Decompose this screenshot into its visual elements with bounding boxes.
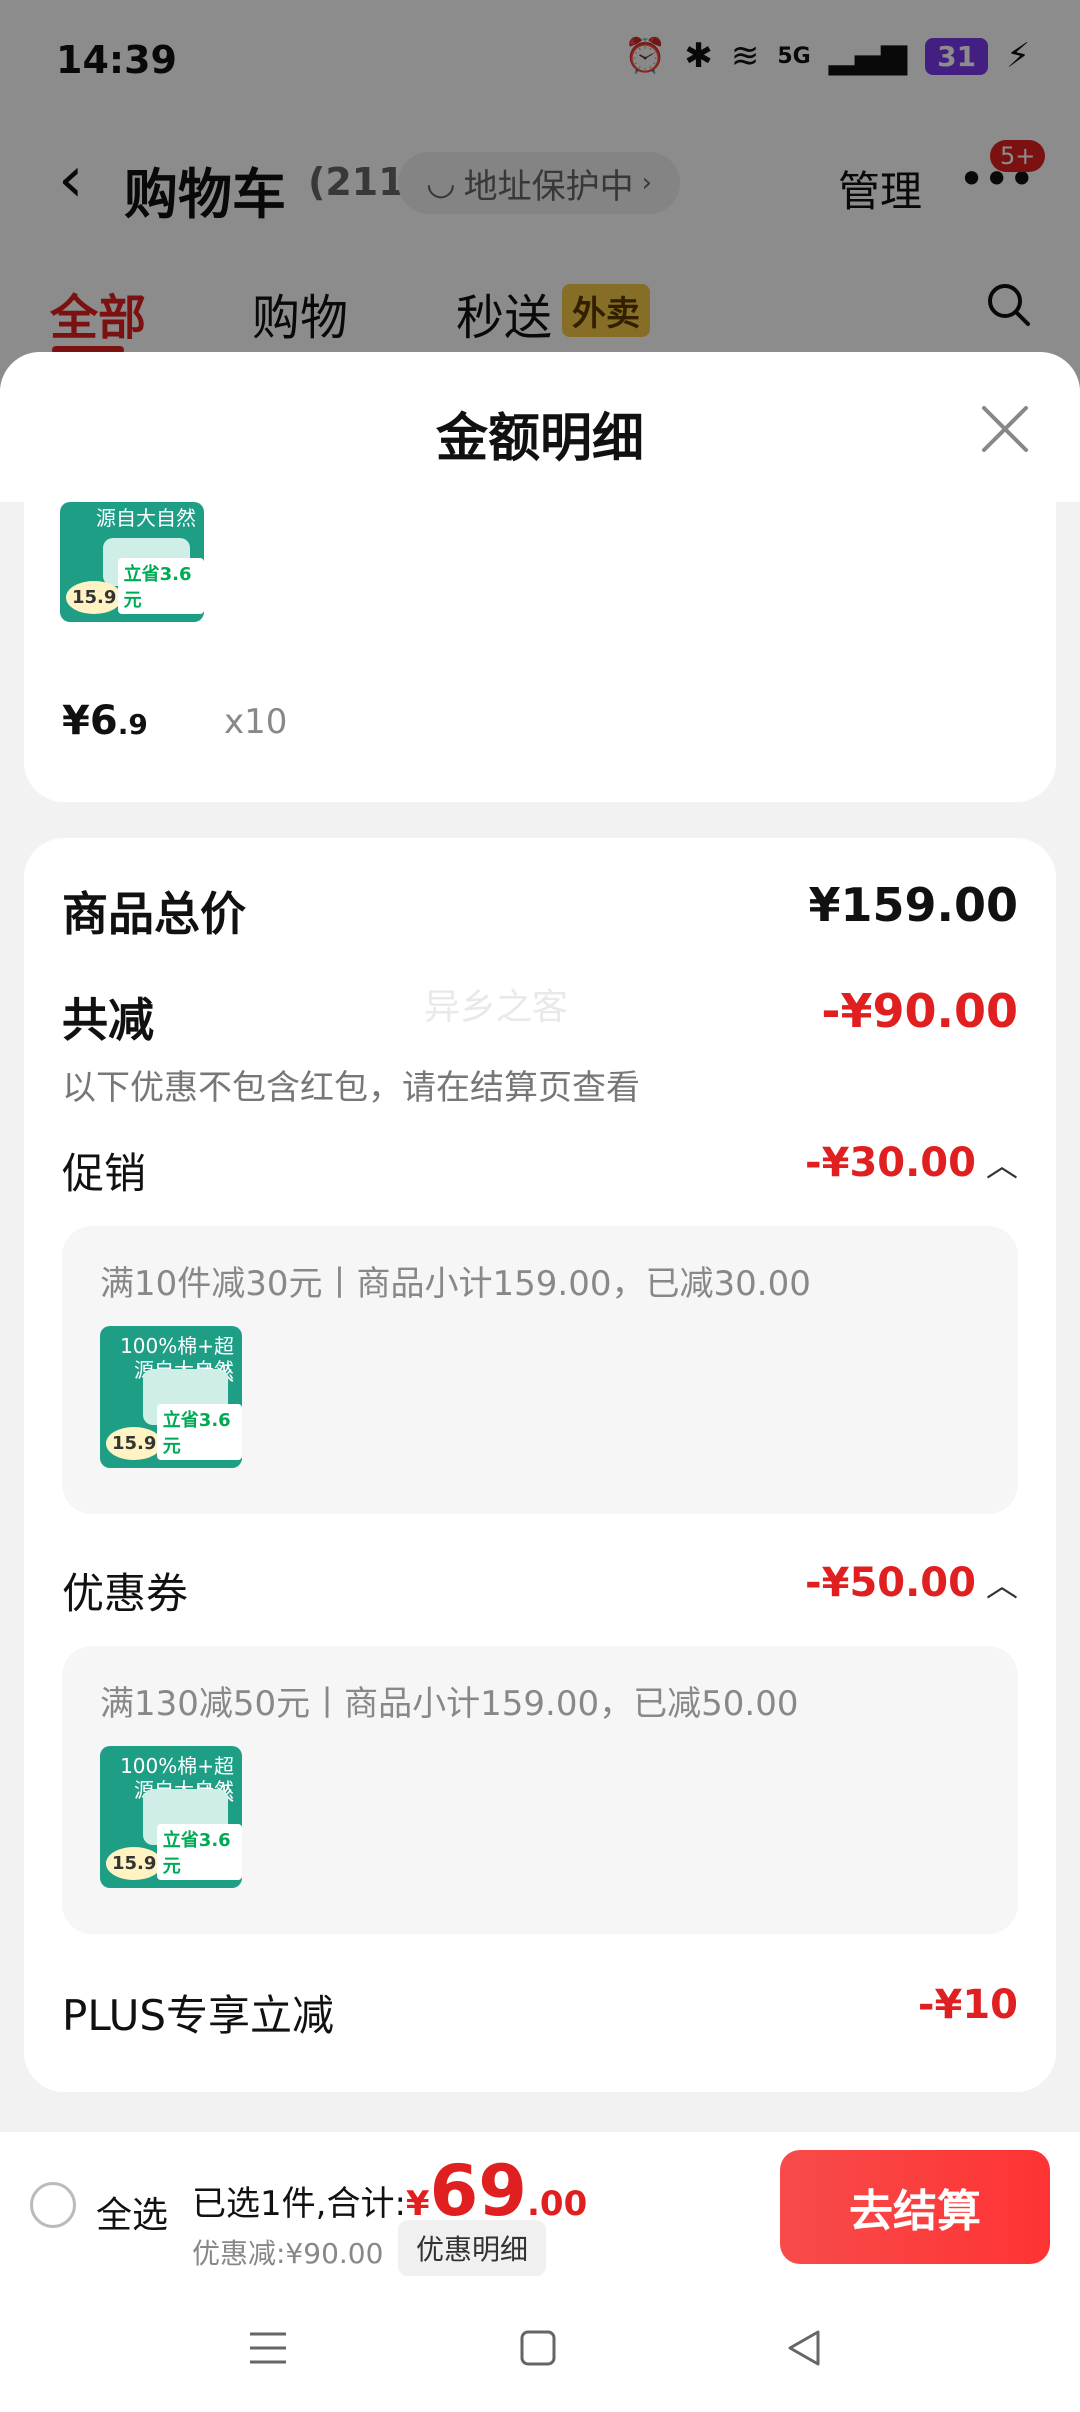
price-int: 6: [89, 698, 118, 744]
total-label: 商品总价: [62, 887, 246, 941]
price-symbol: ¥: [62, 698, 90, 744]
coupon-value: -¥50.00: [805, 1560, 976, 1606]
promo-value: -¥30.00: [805, 1140, 976, 1186]
product-price: ¥6.9: [62, 698, 148, 744]
reduce-label: 共减: [62, 993, 154, 1047]
thumb-price-tag: 15.9: [106, 1847, 163, 1880]
reduce-value: -¥90.00: [821, 984, 1018, 1038]
coupon-label: 优惠券: [62, 1569, 189, 1618]
system-navigation-bar: [0, 2282, 1080, 2412]
thumb-price-tag: 15.9: [66, 581, 123, 614]
promo-detail-text: 满10件减30元丨商品小计159.00，已减30.00: [100, 1264, 811, 1304]
select-all-label[interactable]: 全选: [96, 2186, 168, 2238]
promo-label: 促销: [62, 1149, 147, 1198]
thumb-save-label: 立省3.6元: [156, 1824, 242, 1880]
promo-product-thumbnail[interactable]: 100%棉+超纯水 源自大自然 15.9 立省3.6元: [100, 1326, 242, 1468]
home-icon[interactable]: [516, 2326, 560, 2370]
amount-dec: .00: [527, 2184, 588, 2224]
coupon-detail-text: 满130减50元丨商品小计159.00，已减50.00: [100, 1684, 799, 1724]
back-icon[interactable]: [782, 2326, 826, 2370]
plus-label: PLUS专享立减: [62, 1991, 335, 2040]
thumb-text: 源自大自然: [96, 506, 196, 530]
chevron-up-icon: ︿: [985, 1566, 1018, 1604]
price-dec: .9: [117, 708, 148, 741]
select-all-checkbox[interactable]: [30, 2182, 76, 2228]
sheet-title: 金额明细: [435, 409, 644, 469]
product-quantity: x10: [224, 702, 288, 742]
coupon-detail-box: 满130减50元丨商品小计159.00，已减50.00 100%棉+超纯水 源自…: [62, 1646, 1018, 1934]
coupon-toggle[interactable]: -¥50.00 ︿: [805, 1560, 1018, 1606]
discount-summary: 优惠减:¥90.00: [192, 2237, 384, 2270]
menu-icon[interactable]: [246, 2326, 290, 2370]
promo-toggle[interactable]: -¥30.00 ︿: [805, 1140, 1018, 1186]
sheet-header: 金额明细: [0, 352, 1080, 502]
total-summary: 已选1件,合计: ¥ 69 .00: [192, 2156, 587, 2226]
chevron-up-icon: ︿: [985, 1146, 1018, 1184]
plus-value: -¥10: [917, 1982, 1018, 2028]
product-thumbnail[interactable]: 源自大自然 15.9 立省3.6元: [60, 502, 204, 622]
thumb-price-tag: 15.9: [106, 1427, 163, 1460]
promo-detail-box: 满10件减30元丨商品小计159.00，已减30.00 100%棉+超纯水 源自…: [62, 1226, 1018, 1514]
watermark: 异乡之客: [424, 987, 569, 1028]
currency-symbol: ¥: [405, 2184, 430, 2224]
close-icon[interactable]: [978, 402, 1032, 456]
total-value: ¥159.00: [808, 878, 1018, 932]
amount-int: 69: [429, 2150, 527, 2232]
product-card: 源自大自然 15.9 立省3.6元 ¥6.9 x10: [24, 502, 1056, 802]
reduce-note: 以下优惠不包含红包，请在结算页查看: [62, 1068, 640, 1108]
checkout-bar: 全选 已选1件,合计: ¥ 69 .00 优惠减:¥90.00 优惠明细 去结算: [0, 2132, 1080, 2282]
thumb-save-label: 立省3.6元: [117, 558, 204, 614]
discount-detail-button[interactable]: 优惠明细: [398, 2220, 547, 2276]
selected-prefix: 已选1件,合计:: [192, 2184, 406, 2224]
coupon-product-thumbnail[interactable]: 100%棉+超纯水 源自大自然 15.9 立省3.6元: [100, 1746, 242, 1888]
checkout-button[interactable]: 去结算: [780, 2150, 1050, 2264]
thumb-save-label: 立省3.6元: [156, 1404, 242, 1460]
amount-detail-sheet: 金额明细 源自大自然 15.9 立省3.6元 ¥6.9 x10 商品总价 ¥15…: [0, 352, 1080, 2412]
